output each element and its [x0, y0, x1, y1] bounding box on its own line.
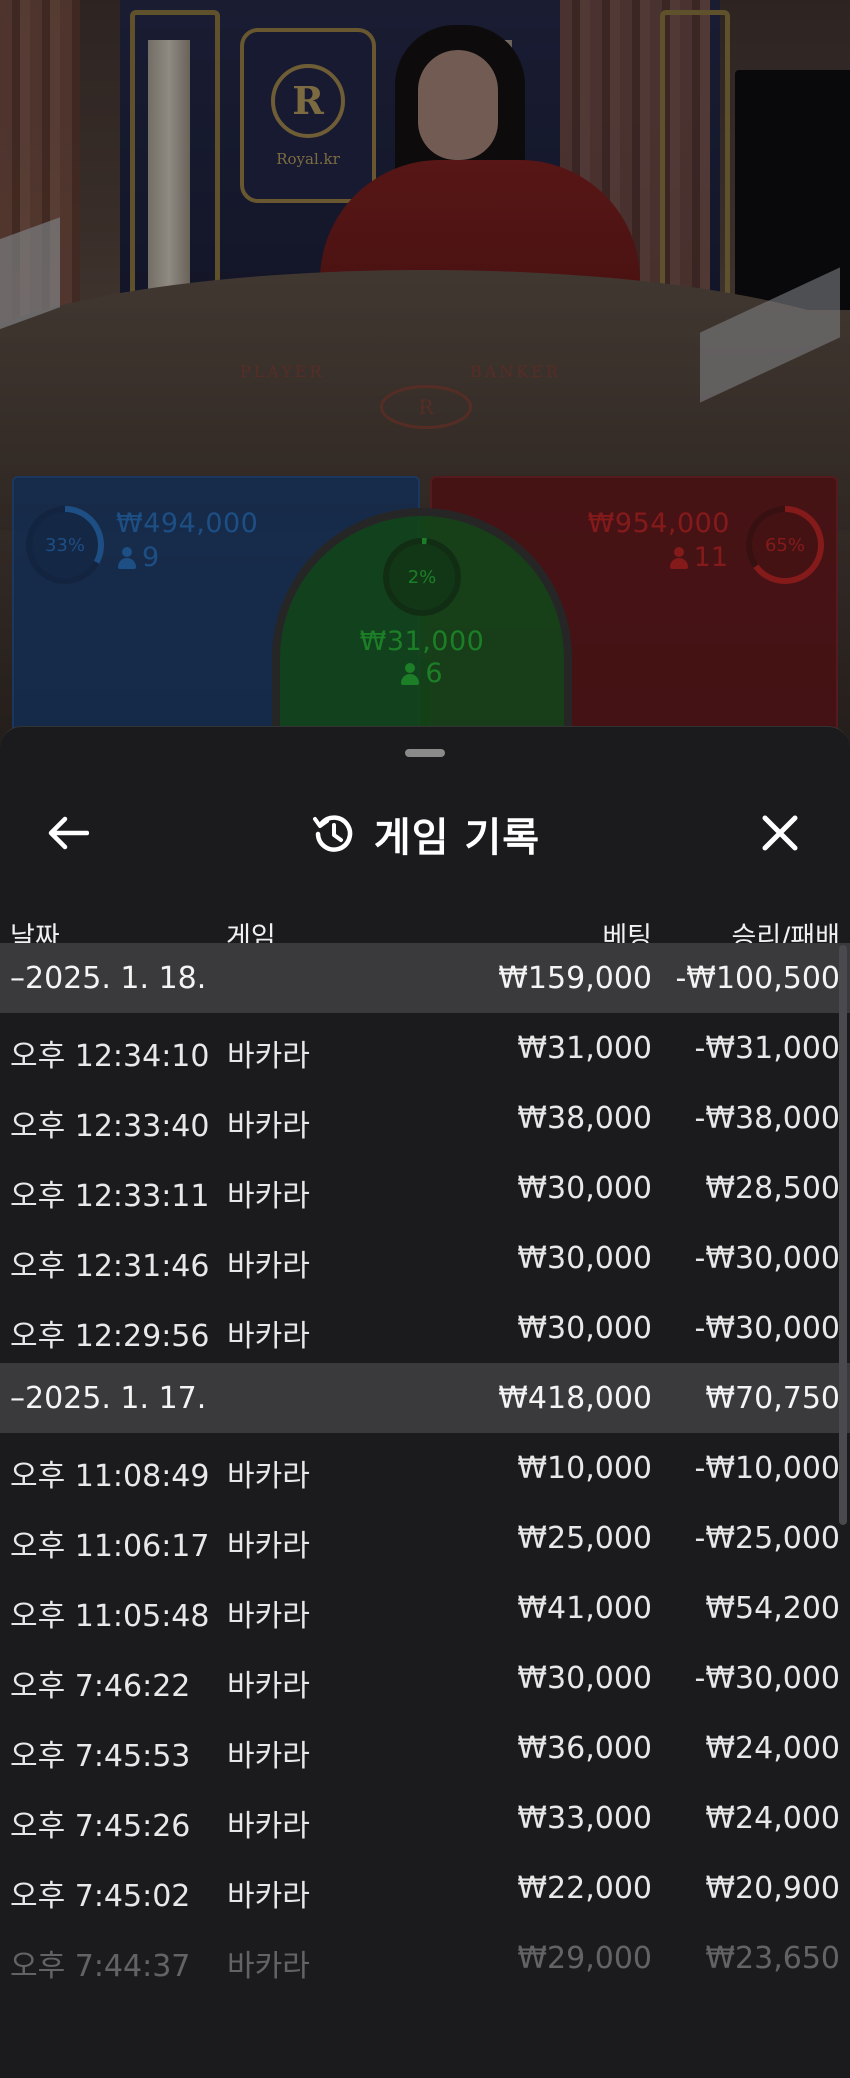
row-game: 바카라	[227, 1039, 310, 1074]
history-row[interactable]: 오후 12:31:46 바카라 ₩30,000 -₩30,000	[0, 1223, 850, 1293]
row-result: -₩25,000	[694, 1521, 840, 1556]
history-row[interactable]: 오후 7:45:26 바카라 ₩33,000 ₩24,000	[0, 1783, 850, 1853]
row-time: 오후 12:31:46	[10, 1249, 210, 1284]
history-row[interactable]: 오후 7:45:53 바카라 ₩36,000 ₩24,000	[0, 1713, 850, 1783]
page-title: 게임 기록	[373, 815, 541, 861]
row-bet: ₩30,000	[517, 1241, 652, 1276]
row-time: 오후 12:29:56	[10, 1319, 210, 1354]
row-time: 오후 11:05:48	[10, 1599, 210, 1634]
group-bet-total: ₩159,000	[498, 961, 652, 996]
row-game: 바카라	[227, 1459, 310, 1494]
row-time: 오후 12:33:40	[10, 1109, 210, 1144]
date-group-row[interactable]: –2025. 1. 17. ₩418,000 ₩70,750	[0, 1363, 850, 1433]
scrollbar[interactable]	[839, 945, 847, 1525]
row-game: 바카라	[227, 1669, 310, 1704]
row-time: 오후 7:44:37	[10, 1949, 191, 1984]
row-time: 오후 7:45:53	[10, 1739, 191, 1774]
row-result: ₩54,200	[705, 1591, 840, 1626]
dim-overlay	[0, 0, 850, 760]
row-bet: ₩31,000	[517, 1031, 652, 1066]
row-game: 바카라	[227, 1319, 310, 1354]
row-bet: ₩25,000	[517, 1521, 652, 1556]
row-bet: ₩30,000	[517, 1171, 652, 1206]
row-time: 오후 12:33:11	[10, 1179, 210, 1214]
row-result: -₩38,000	[694, 1101, 840, 1136]
row-time: 오후 11:06:17	[10, 1529, 210, 1564]
close-button[interactable]	[750, 803, 810, 863]
history-clock-icon	[312, 815, 353, 852]
back-button[interactable]	[38, 803, 98, 863]
history-row[interactable]: 오후 7:45:02 바카라 ₩22,000 ₩20,900	[0, 1853, 850, 1923]
row-game: 바카라	[227, 1809, 310, 1844]
row-time: 오후 7:46:22	[10, 1669, 191, 1704]
row-time: 오후 11:08:49	[10, 1459, 210, 1494]
history-row[interactable]: 오후 12:34:10 바카라 ₩31,000 -₩31,000	[0, 1013, 850, 1083]
row-result: ₩24,000	[705, 1731, 840, 1766]
row-result: -₩10,000	[694, 1451, 840, 1486]
sheet-title: 게임 기록	[0, 779, 850, 889]
group-result-total: ₩70,750	[705, 1381, 840, 1416]
sheet-header: 게임 기록	[0, 779, 850, 889]
row-result: -₩30,000	[694, 1241, 840, 1276]
row-game: 바카라	[227, 1879, 310, 1914]
drag-handle[interactable]	[405, 749, 445, 757]
history-row[interactable]: 오후 12:33:40 바카라 ₩38,000 -₩38,000	[0, 1083, 850, 1153]
group-result-total: -₩100,500	[675, 961, 840, 996]
history-row[interactable]: 오후 12:33:11 바카라 ₩30,000 ₩28,500	[0, 1153, 850, 1223]
row-game: 바카라	[227, 1249, 310, 1284]
row-time: 오후 7:45:02	[10, 1879, 191, 1914]
history-row[interactable]: 오후 12:29:56 바카라 ₩30,000 -₩30,000	[0, 1293, 850, 1363]
row-result: -₩30,000	[694, 1311, 840, 1346]
group-date: –2025. 1. 18.	[10, 961, 207, 996]
row-bet: ₩36,000	[517, 1731, 652, 1766]
game-history-sheet: 게임 기록 날짜 게임 베팅 승리/패배 –2025. 1. 18. ₩159,…	[0, 726, 850, 2078]
row-bet: ₩30,000	[517, 1311, 652, 1346]
row-time: 오후 7:45:26	[10, 1809, 191, 1844]
row-result: ₩24,000	[705, 1801, 840, 1836]
group-bet-total: ₩418,000	[498, 1381, 652, 1416]
date-group-row[interactable]: –2025. 1. 18. ₩159,000 -₩100,500	[0, 943, 850, 1013]
row-time: 오후 12:34:10	[10, 1039, 210, 1074]
row-game: 바카라	[227, 1599, 310, 1634]
history-row[interactable]: 오후 7:44:37 바카라 ₩29,000 ₩23,650	[0, 1923, 850, 1993]
row-bet: ₩33,000	[517, 1801, 652, 1836]
live-video-stream: R Royal.kr PLAYER BANKER R 33% ₩494,000 …	[0, 0, 850, 760]
row-bet: ₩41,000	[517, 1591, 652, 1626]
history-row[interactable]: 오후 11:05:48 바카라 ₩41,000 ₩54,200	[0, 1573, 850, 1643]
row-result: ₩28,500	[705, 1171, 840, 1206]
group-date: –2025. 1. 17.	[10, 1381, 207, 1416]
row-bet: ₩38,000	[517, 1101, 652, 1136]
history-row[interactable]: 오후 11:06:17 바카라 ₩25,000 -₩25,000	[0, 1503, 850, 1573]
row-game: 바카라	[227, 1179, 310, 1214]
row-result: -₩31,000	[694, 1031, 840, 1066]
row-result: ₩20,900	[705, 1871, 840, 1906]
row-bet: ₩29,000	[517, 1941, 652, 1976]
row-game: 바카라	[227, 1739, 310, 1774]
row-result: -₩30,000	[694, 1661, 840, 1696]
row-bet: ₩30,000	[517, 1661, 652, 1696]
row-game: 바카라	[227, 1109, 310, 1144]
row-bet: ₩22,000	[517, 1871, 652, 1906]
row-game: 바카라	[227, 1529, 310, 1564]
row-game: 바카라	[227, 1949, 310, 1984]
arrow-left-icon	[48, 816, 89, 850]
history-list: –2025. 1. 18. ₩159,000 -₩100,500 오후 12:3…	[0, 943, 850, 1993]
history-row[interactable]: 오후 7:46:22 바카라 ₩30,000 -₩30,000	[0, 1643, 850, 1713]
row-result: ₩23,650	[705, 1941, 840, 1976]
history-row[interactable]: 오후 11:08:49 바카라 ₩10,000 -₩10,000	[0, 1433, 850, 1503]
row-bet: ₩10,000	[517, 1451, 652, 1486]
close-icon	[762, 815, 798, 851]
